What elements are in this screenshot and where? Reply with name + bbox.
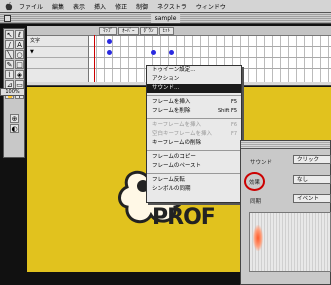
menu-separator [147,150,241,151]
logo-text: PROF [152,205,216,230]
menu-item-insert-frame[interactable]: フレームを挿入 F5 [147,98,241,107]
zoom-select[interactable]: 100% [0,88,25,96]
menu-insert[interactable]: 挿入 [94,2,106,11]
layer-row-2[interactable]: ▼ [27,47,88,58]
sync-select[interactable]: イベント [293,194,331,203]
sound-select[interactable]: クリック [293,155,331,164]
tab-hit[interactable]: ﾋｯﾄ [158,27,175,35]
arrow-tool-icon[interactable]: ↖ [5,30,14,39]
menu-bar: ファイル 編集 表示 挿入 修正 制御 ネクストラ ウィンドウ [0,0,331,13]
menu-edit[interactable]: 編集 [52,2,64,11]
rect-tool-icon[interactable]: □ [15,60,24,69]
menu-item-clear-keyframe[interactable]: キーフレームの削除 [147,139,241,148]
menu-view[interactable]: 表示 [73,2,85,11]
menu-xtras[interactable]: ネクストラ [157,2,187,11]
sound-waveform [249,212,331,272]
menu-item-insert-blank-keyframe[interactable]: 空白キーフレームを挿入 F7 [147,130,241,139]
playhead[interactable] [94,35,95,82]
menu-item-reverse-frames[interactable]: フレーム反転 [147,176,241,185]
tab-over[interactable]: ｵｰﾊﾞｰ [118,27,139,35]
context-menu: トゥイーン設定... アクション サウンド... フレームを挿入 F5 フレームを… [146,65,242,203]
lasso-tool-icon[interactable]: ℓ [15,30,24,39]
layer-row-3[interactable] [27,58,88,69]
text-tool-icon[interactable]: A [15,40,24,49]
effect-select[interactable]: なし [293,175,331,184]
waveform-peak [253,225,263,251]
menu-modify[interactable]: 修正 [115,2,127,11]
menu-item-tween-settings[interactable]: トゥイーン設定... [147,66,241,75]
menu-file[interactable]: ファイル [19,2,43,11]
pencil-tool-icon[interactable]: ✎ [5,60,14,69]
menu-item-delete-frame[interactable]: フレームを削除 Shift F5 [147,107,241,116]
window-titlebar[interactable]: sample [0,13,331,24]
line-tool-icon[interactable]: ╲ [5,50,14,59]
keyframe[interactable] [107,39,112,44]
panel-titlebar[interactable] [241,141,330,149]
highlight-circle [244,172,265,191]
menu-item-sync-symbols[interactable]: シンボルの同期 [147,185,241,194]
bucket-tool-icon[interactable]: ◈ [15,70,24,79]
menu-item-sound[interactable]: サウンド... [147,84,241,93]
tab-up[interactable]: ﾏｯﾌﾟ [99,27,118,35]
menu-separator [147,118,241,119]
keyframe[interactable] [151,50,156,55]
keyframe[interactable] [169,50,174,55]
menu-item-copy-frames[interactable]: フレームのコピー [147,153,241,162]
menu-item-paste-frames[interactable]: フレームのペースト [147,162,241,171]
tab-down[interactable]: ﾀﾞｳﾝ [139,27,158,35]
layer-list: 文字 ▼ [27,36,89,82]
window-title: sample [150,14,181,23]
modifier-tool-icon-2[interactable]: ◐ [10,124,19,133]
timeline-header: ﾏｯﾌﾟ ｵｰﾊﾞｰ ﾀﾞｳﾝ ﾋｯﾄ [27,26,331,36]
brush-tool-icon[interactable]: ⌇ [5,70,14,79]
menu-separator [147,95,241,96]
menu-item-insert-keyframe[interactable]: キーフレームを挿入 F6 [147,121,241,130]
apple-menu-icon[interactable] [5,1,13,11]
sound-label: サウンド [250,160,273,166]
pen-tool-icon[interactable]: / [5,40,14,49]
close-box-icon[interactable] [4,15,11,22]
modifier-tool-icon[interactable]: ⊕ [10,114,19,123]
layer-row-text[interactable]: 文字 [27,36,88,47]
menu-window[interactable]: ウィンドウ [196,2,226,11]
menu-control[interactable]: 制御 [136,2,148,11]
oval-tool-icon[interactable]: ○ [15,50,24,59]
sync-label: 同期 [250,199,262,205]
keyframe[interactable] [107,50,112,55]
menu-item-actions[interactable]: アクション [147,75,241,84]
menu-separator [147,173,241,174]
